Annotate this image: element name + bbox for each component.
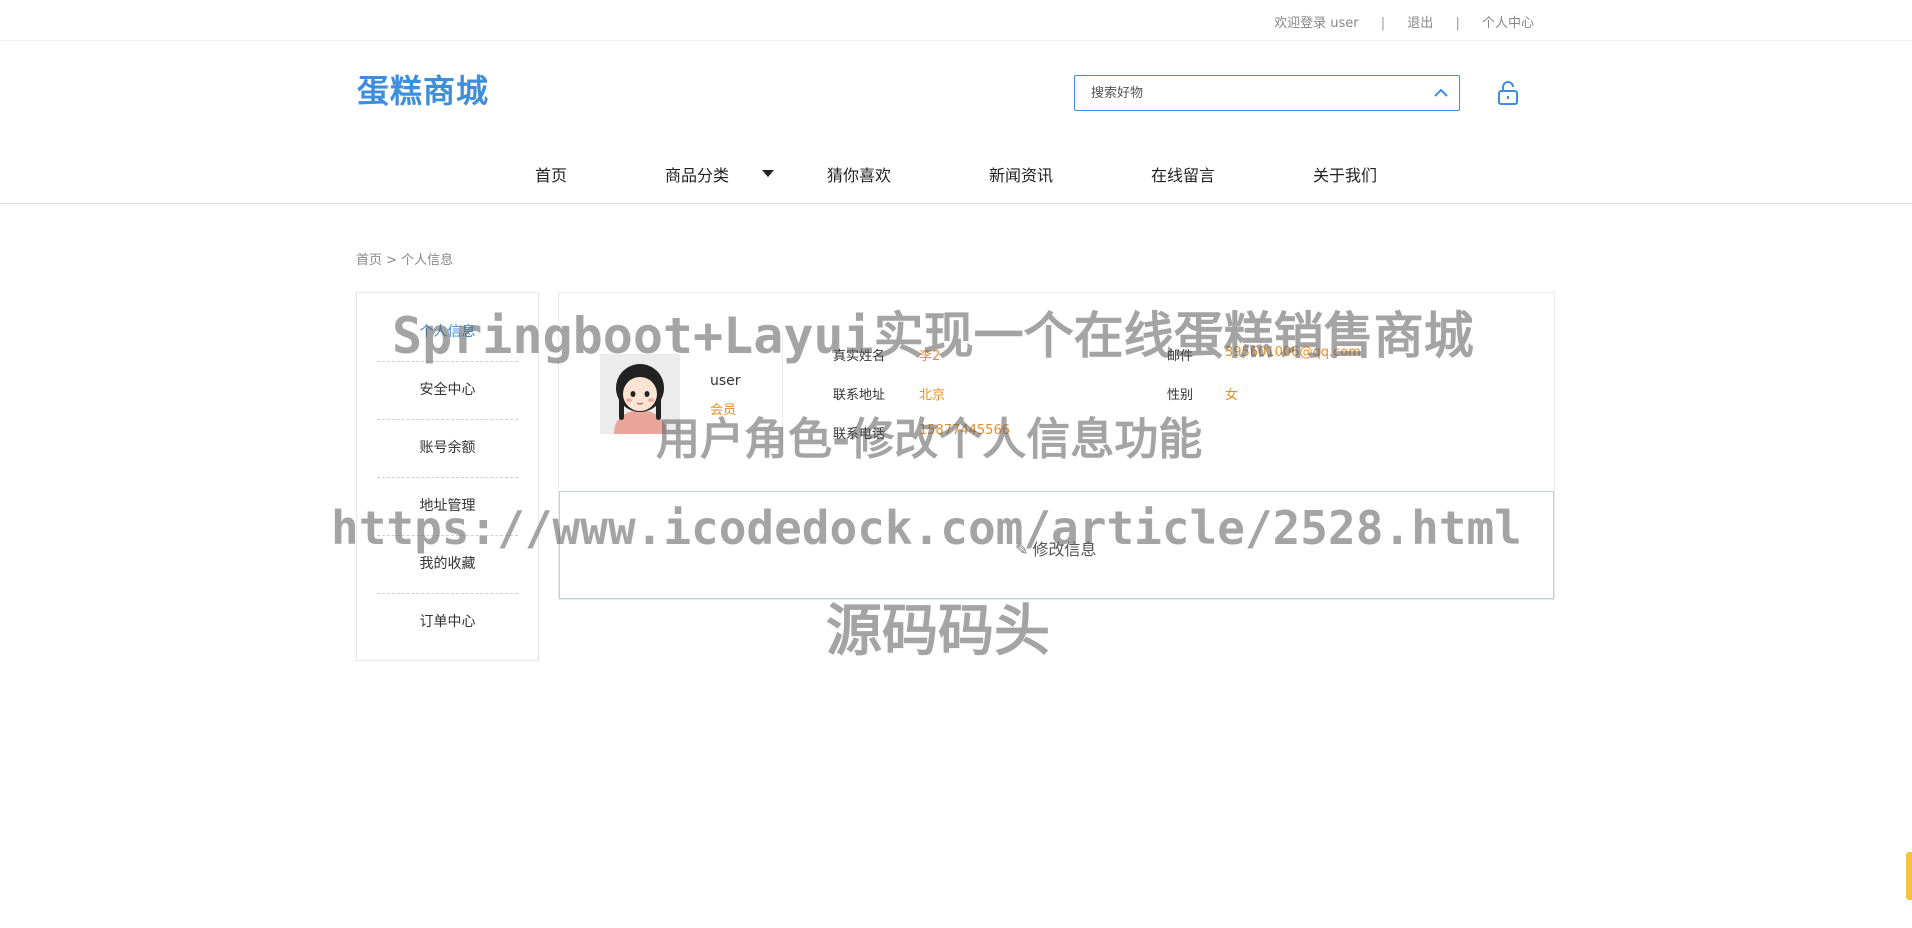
real-name-value: 李2 bbox=[919, 349, 941, 364]
top-links: 欢迎登录 user | 退出 | 个人中心 bbox=[1274, 12, 1534, 31]
main-nav: 首页 商品分类 猜你喜欢 新闻资讯 在线留言 关于我们 bbox=[0, 150, 1912, 204]
search-input[interactable] bbox=[1075, 76, 1411, 110]
email-value: 395601006@qq.com bbox=[1225, 345, 1361, 360]
real-name-label: 真实姓名 bbox=[833, 349, 886, 364]
pencil-icon: ✎ bbox=[1015, 540, 1029, 559]
sidebar-item-orders[interactable]: 订单中心 bbox=[377, 593, 518, 651]
sidebar-item-balance[interactable]: 账号余额 bbox=[377, 419, 518, 478]
caret-down-icon[interactable] bbox=[762, 170, 774, 177]
phone-label: 联系电话 bbox=[833, 427, 886, 442]
site-logo[interactable]: 蛋糕商城 bbox=[357, 66, 489, 112]
welcome-text: 欢迎登录 user bbox=[1274, 16, 1359, 31]
chevron-up-icon[interactable] bbox=[1433, 85, 1449, 101]
nav-item-message[interactable]: 在线留言 bbox=[1151, 162, 1215, 186]
breadcrumb: 首页 > 个人信息 bbox=[356, 253, 454, 268]
avatar bbox=[600, 354, 680, 434]
sidebar-item-profile[interactable]: 个人信息 bbox=[377, 303, 518, 362]
avatar-illustration bbox=[600, 354, 680, 434]
edit-profile-button[interactable]: ✎ 修改信息 bbox=[1015, 536, 1096, 560]
separator: | bbox=[1455, 16, 1460, 31]
sidebar-item-address[interactable]: 地址管理 bbox=[377, 477, 518, 536]
sidebar: 个人信息 安全中心 账号余额 地址管理 我的收藏 订单中心 bbox=[356, 292, 539, 661]
phone-value: 15877445566 bbox=[919, 423, 1010, 438]
address-value: 北京 bbox=[919, 388, 946, 403]
email-label: 邮件 bbox=[1167, 349, 1194, 364]
username: user bbox=[710, 373, 741, 389]
nav-item-about[interactable]: 关于我们 bbox=[1313, 162, 1377, 186]
top-bar: 欢迎登录 user | 退出 | 个人中心 bbox=[0, 0, 1912, 41]
edit-row: ✎ 修改信息 bbox=[559, 491, 1554, 599]
unlock-icon[interactable] bbox=[1496, 80, 1520, 106]
address-label: 联系地址 bbox=[833, 388, 886, 403]
profile-panel: user 会员 真实姓名 李2 邮件 395601006@qq.com 联系地址… bbox=[558, 292, 1555, 600]
nav-item-news[interactable]: 新闻资讯 bbox=[989, 162, 1053, 186]
sidebar-item-security[interactable]: 安全中心 bbox=[377, 361, 518, 420]
gender-value: 女 bbox=[1225, 388, 1239, 403]
nav-item-categories[interactable]: 商品分类 bbox=[665, 162, 729, 186]
nav-item-home[interactable]: 首页 bbox=[535, 162, 567, 186]
search-box[interactable] bbox=[1074, 75, 1460, 111]
side-float-tab[interactable] bbox=[1906, 852, 1912, 900]
user-role: 会员 bbox=[710, 403, 737, 418]
sidebar-item-favorites[interactable]: 我的收藏 bbox=[377, 535, 518, 594]
separator: | bbox=[1380, 16, 1386, 31]
logout-link[interactable]: 退出 bbox=[1407, 12, 1433, 31]
divider bbox=[782, 333, 783, 445]
gender-label: 性别 bbox=[1167, 388, 1194, 403]
edit-profile-label: 修改信息 bbox=[1032, 540, 1097, 559]
personal-center-link[interactable]: 个人中心 bbox=[1482, 12, 1534, 31]
nav-item-guess[interactable]: 猜你喜欢 bbox=[827, 162, 891, 186]
